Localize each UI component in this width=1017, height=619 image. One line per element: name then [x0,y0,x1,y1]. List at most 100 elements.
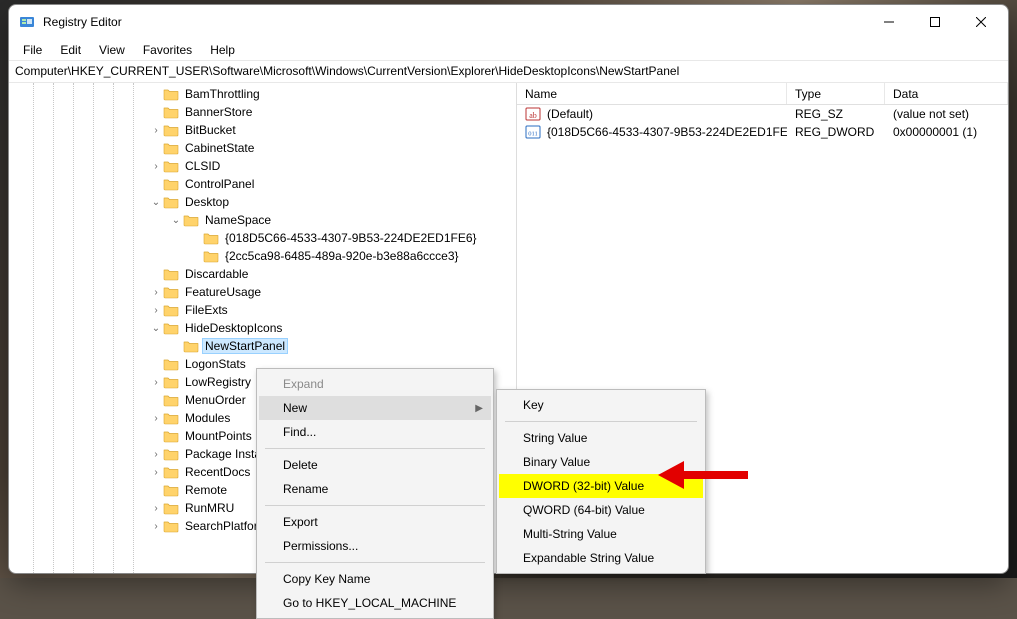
regedit-app-icon [19,14,35,30]
value-row[interactable]: 011{018D5C66-4533-4307-9B53-224DE2ED1FE6… [517,123,1008,141]
menubar: File Edit View Favorites Help [9,39,1008,61]
folder-icon [163,321,179,335]
close-button[interactable] [958,7,1004,37]
menu-item[interactable]: Copy Key Name [259,567,491,591]
menu-item-label: DWORD (32-bit) Value [523,479,644,493]
column-type[interactable]: Type [787,83,885,104]
menu-view[interactable]: View [91,41,133,59]
menu-item[interactable]: Delete [259,453,491,477]
menu-item[interactable]: Rename [259,477,491,501]
menu-item: Expand [259,372,491,396]
menu-item[interactable]: QWORD (64-bit) Value [499,498,703,522]
tree-node-label: NameSpace [203,213,273,227]
menu-item[interactable]: New▶ [259,396,491,420]
address-bar[interactable]: Computer\HKEY_CURRENT_USER\Software\Micr… [9,61,1008,83]
folder-icon [163,483,179,497]
folder-icon [203,249,219,263]
folder-icon [163,375,179,389]
tree-node[interactable]: › CLSID [9,157,516,175]
expand-toggle-closed-icon[interactable]: › [149,449,163,460]
window-title: Registry Editor [43,15,122,29]
expand-toggle-open-icon[interactable]: ⌄ [169,215,183,226]
tree-node[interactable]: ›FeatureUsage [9,283,516,301]
tree-node[interactable]: ›NewStartPanel [9,337,516,355]
menu-favorites[interactable]: Favorites [135,41,200,59]
column-name[interactable]: Name [517,83,787,104]
menu-edit[interactable]: Edit [52,41,89,59]
expand-toggle-closed-icon[interactable]: › [149,521,163,532]
submenu-arrow-icon: ▶ [475,403,483,414]
folder-icon [163,519,179,533]
maximize-button[interactable] [912,7,958,37]
menu-item[interactable]: Multi-String Value [499,522,703,546]
expand-toggle-closed-icon[interactable]: › [149,503,163,514]
menu-item[interactable]: Export [259,510,491,534]
tree-node-label: LogonStats [183,357,248,371]
tree-node-label: BannerStore [183,105,254,119]
minimize-button[interactable] [866,7,912,37]
tree-node-label: RunMRU [183,501,236,515]
menu-item-label: String Value [523,431,587,445]
string-value-icon: ab [525,106,541,122]
menu-item[interactable]: Key [499,393,703,417]
menu-item-label: Find... [283,425,316,439]
tree-node-label: CLSID [183,159,222,173]
value-row[interactable]: ab(Default)REG_SZ(value not set) [517,105,1008,123]
menu-file[interactable]: File [15,41,50,59]
folder-icon [163,285,179,299]
menu-item-label: Binary Value [523,455,590,469]
menu-item[interactable]: Find... [259,420,491,444]
menu-item[interactable]: Go to HKEY_LOCAL_MACHINE [259,591,491,615]
tree-node[interactable]: ⌄ NameSpace [9,211,516,229]
tree-node-label: NewStartPanel [203,339,287,353]
expand-toggle-closed-icon[interactable]: › [149,467,163,478]
tree-node[interactable]: ⌄Desktop [9,193,516,211]
titlebar[interactable]: Registry Editor [9,5,1008,39]
menu-help[interactable]: Help [202,41,243,59]
expand-toggle-open-icon[interactable]: ⌄ [149,197,163,208]
tree-node-label: Remote [183,483,229,497]
menu-item-label: QWORD (64-bit) Value [523,503,645,517]
tree-node-label: RecentDocs [183,465,252,479]
menu-item[interactable]: Permissions... [259,534,491,558]
menu-item[interactable]: DWORD (32-bit) Value [499,474,703,498]
folder-icon [163,195,179,209]
tree-node[interactable]: ⌄HideDesktopIcons [9,319,516,337]
folder-icon [163,87,179,101]
tree-node[interactable]: ›ControlPanel [9,175,516,193]
expand-toggle-closed-icon[interactable]: › [149,125,163,136]
folder-icon [183,339,199,353]
folder-icon [163,105,179,119]
expand-toggle-closed-icon[interactable]: › [149,413,163,424]
menu-item-label: Delete [283,458,318,472]
expand-toggle-closed-icon[interactable]: › [149,377,163,388]
tree-node[interactable]: ›{018D5C66-4533-4307-9B53-224DE2ED1FE6} [9,229,516,247]
values-header[interactable]: Name Type Data [517,83,1008,105]
tree-node[interactable]: ›CabinetState [9,139,516,157]
menu-item[interactable]: String Value [499,426,703,450]
folder-icon [183,213,199,227]
expand-toggle-closed-icon[interactable]: › [149,287,163,298]
tree-node[interactable]: ›Discardable [9,265,516,283]
tree-node[interactable]: ›BamThrottling [9,85,516,103]
expand-toggle-closed-icon[interactable]: › [149,305,163,316]
menu-item[interactable]: Expandable String Value [499,546,703,570]
value-data: (value not set) [885,107,1008,121]
column-data[interactable]: Data [885,83,1008,104]
tree-node[interactable]: ›BannerStore [9,103,516,121]
folder-icon [163,303,179,317]
tree-node[interactable]: ›{2cc5ca98-6485-489a-920e-b3e88a6ccce3} [9,247,516,265]
expand-toggle-closed-icon[interactable]: › [149,161,163,172]
tree-node[interactable]: ›FileExts [9,301,516,319]
tree-node[interactable]: ›BitBucket [9,121,516,139]
svg-text:011: 011 [528,131,538,138]
value-type: REG_SZ [787,107,885,121]
menu-item-label: Rename [283,482,328,496]
folder-icon [163,141,179,155]
expand-toggle-open-icon[interactable]: ⌄ [149,323,163,334]
folder-icon [163,177,179,191]
context-submenu-new[interactable]: Key String Value Binary Value DWORD (32-bit… [496,389,706,574]
tree-node-label: LowRegistry [183,375,253,389]
context-menu[interactable]: ExpandNew▶ Find... Delete Rename ExportPermi… [256,368,494,619]
menu-item[interactable]: Binary Value [499,450,703,474]
